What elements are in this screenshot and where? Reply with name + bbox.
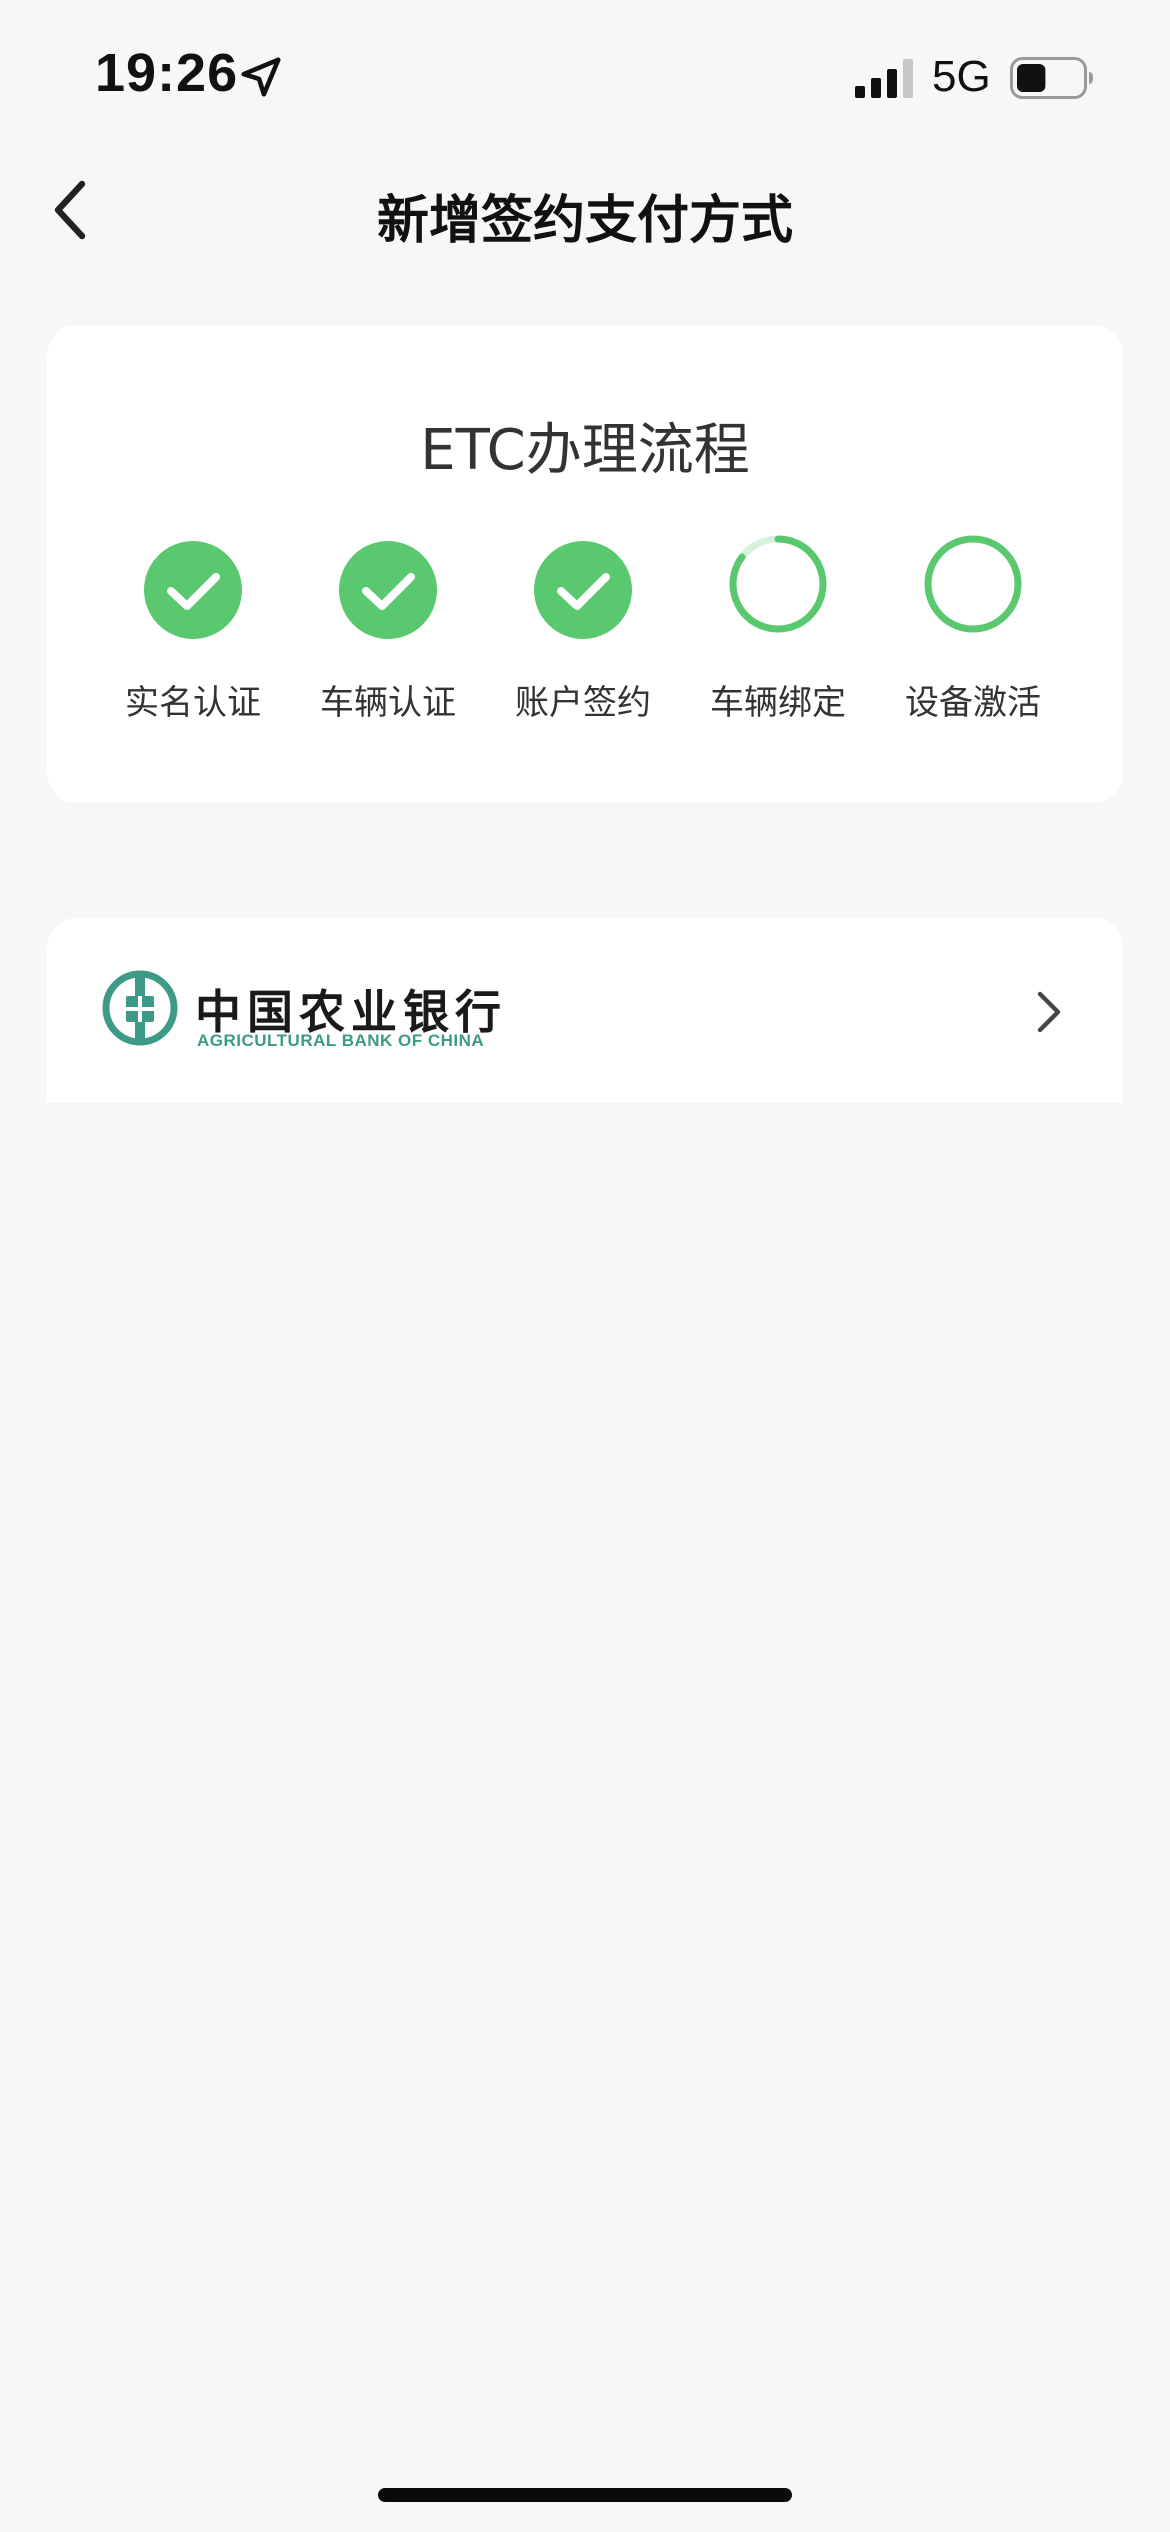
process-title: ETC办理流程 [420, 418, 750, 483]
status-bar: 19:26 5G [0, 0, 1170, 150]
battery-icon [1010, 57, 1093, 99]
step-real-name-verification: 实名认证 [95, 540, 291, 760]
step-label: 车辆绑定 [710, 683, 846, 723]
check-circle-icon [144, 541, 242, 639]
step-label: 车辆认证 [320, 683, 456, 723]
network-type-label: 5G [932, 52, 991, 101]
check-circle-icon [339, 541, 437, 639]
location-arrow-icon [241, 57, 281, 97]
status-time: 19:26 [95, 43, 239, 103]
cellular-signal-icon [855, 59, 913, 98]
abc-bank-logo [102, 970, 178, 1046]
step-vehicle-verification: 车辆认证 [290, 540, 486, 760]
step-label: 账户签约 [515, 683, 651, 723]
progress-ring-icon [729, 535, 827, 633]
ring-icon [924, 535, 1022, 633]
step-device-activation: 设备激活 [875, 535, 1071, 760]
page-title: 新增签约支付方式 [376, 191, 793, 251]
check-circle-icon [534, 541, 632, 639]
step-label: 设备激活 [905, 683, 1041, 723]
process-steps: 实名认证 车辆认证 账户签约 车辆绑定 设备激活 [47, 535, 1123, 760]
bank-option-abc[interactable]: 中国农业银行 AGRICULTURAL BANK OF CHINA [47, 918, 1123, 1103]
step-label: 实名认证 [125, 683, 261, 723]
navigation-bar: 新增签约支付方式 [0, 150, 1170, 270]
step-account-signing: 账户签约 [485, 540, 681, 760]
home-indicator[interactable] [378, 2488, 792, 2502]
step-vehicle-binding: 车辆绑定 [680, 535, 876, 760]
chevron-right-icon [1037, 991, 1061, 1033]
bank-name-english: AGRICULTURAL BANK OF CHINA [197, 1031, 485, 1050]
etc-process-card: ETC办理流程 实名认证 车辆认证 账户签约 车辆绑定 设备激活 [47, 325, 1123, 803]
